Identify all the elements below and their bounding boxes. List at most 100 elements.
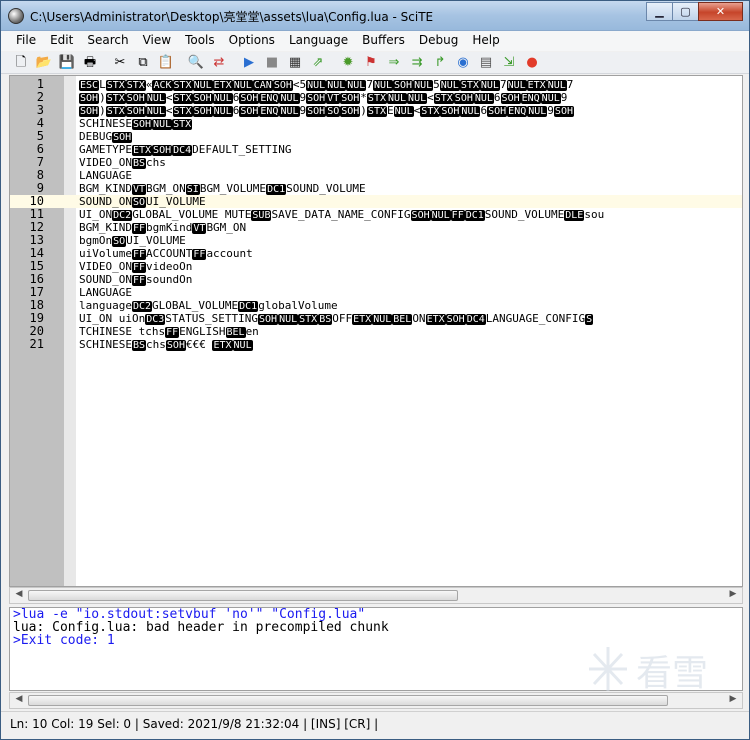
code-line[interactable]: 15 VIDEO_ONFFvideoOn (10, 260, 742, 273)
watch-icon[interactable]: ◉ (453, 54, 473, 72)
go-icon[interactable]: ⇗ (308, 54, 328, 72)
control-char-token: STX (172, 80, 193, 91)
text-token: ) (360, 104, 367, 117)
text-token: BGM_KIND (79, 182, 132, 195)
control-char-token: NUL (212, 93, 233, 104)
build-icon[interactable]: ▦ (285, 54, 305, 72)
replace-icon[interactable]: ⇄ (209, 54, 229, 72)
code-line[interactable]: 2 SOH)STX SOH NUL<STX SOH NUL6SOH ENQ NUL9SOH VT… (10, 91, 742, 104)
control-char-token: STX (459, 80, 480, 91)
text-token: UI_ON uiOn (79, 312, 146, 325)
run-to-icon[interactable]: ⇲ (499, 54, 519, 72)
control-char-token: SOH (340, 93, 361, 104)
control-char-token: DC1 (238, 301, 259, 312)
scroll-left-arrow-icon[interactable]: ◀ (12, 589, 26, 602)
code-line[interactable]: 20 TCHINESE tchsFFENGLISHBELen (10, 325, 742, 338)
compile-icon[interactable]: ▶ (239, 54, 259, 72)
text-token: SOUND_ON (79, 195, 132, 208)
control-char-token: NUL (152, 119, 173, 130)
code-line[interactable]: 12 BGM_KINDFFbgmKindVTBGM_ON (10, 221, 742, 234)
debug-stop-icon[interactable]: ⚑ (361, 54, 381, 72)
code-line[interactable]: 18 languageDC2GLOBAL_VOLUMEDC1globalVolum… (10, 299, 742, 312)
menu-view[interactable]: View (136, 31, 178, 51)
scite-app-icon[interactable] (8, 8, 24, 24)
new-file-icon[interactable]: 🗋 (11, 54, 31, 72)
text-token: STATUS_SETTING (165, 312, 259, 325)
open-file-icon[interactable]: 📂 (34, 54, 54, 72)
text-token: LANGUAGE_CONFIG (485, 312, 586, 325)
code-line[interactable]: 17 LANGUAGE (10, 286, 742, 300)
code-line[interactable]: 11 UI_ONDC2GLOBAL_VOLUME MUTESUBSAVE_DATA… (10, 208, 742, 221)
menu-edit[interactable]: Edit (43, 31, 80, 51)
breakpoint-icon[interactable]: ● (522, 54, 542, 72)
text-token: 9 (547, 104, 554, 117)
line-content: SOH)STX SOH NUL<STX SOH NUL6SOH ENQ NUL9SOH VT S… (79, 91, 567, 105)
control-char-token: FF (192, 249, 207, 260)
code-line[interactable]: 6 GAMETYPEETX SOH DC4DEFAULT_SETTING (10, 143, 742, 156)
paste-icon[interactable]: 📋 (156, 54, 176, 72)
line-content: bgmOnSOUI_VOLUME (79, 234, 186, 248)
find-icon[interactable]: 🔍 (186, 54, 206, 72)
control-char-token: NUL (232, 80, 253, 91)
output-scroll-left-arrow-icon[interactable]: ◀ (12, 694, 26, 707)
close-button[interactable]: ✕ (698, 2, 743, 21)
control-char-token: NUL (527, 106, 548, 117)
code-line[interactable]: 7 VIDEO_ONBSchs (10, 156, 742, 169)
menu-language[interactable]: Language (282, 31, 355, 51)
step-out-icon[interactable]: ↱ (430, 54, 450, 72)
menu-search[interactable]: Search (80, 31, 135, 51)
locals-icon[interactable]: ▤ (476, 54, 496, 72)
code-line[interactable]: 13 bgmOnSOUI_VOLUME (10, 234, 742, 247)
control-char-token: SOH (553, 106, 574, 117)
code-line[interactable]: 10 SOUND_ONSOUI_VOLUME (10, 195, 742, 208)
code-line[interactable]: 4 SCHINESESOH NUL STX (10, 117, 742, 130)
control-char-token: ETX (131, 145, 153, 156)
menu-options[interactable]: Options (222, 31, 282, 51)
minimize-button[interactable]: ▁ (646, 2, 673, 21)
editor-scroll-thumb[interactable] (28, 590, 458, 601)
code-line[interactable]: 5 DEBUGSOH (10, 130, 742, 143)
control-char-token: SOH (272, 80, 293, 91)
editor-horizontal-scrollbar[interactable]: ◀ ▶ (9, 587, 743, 604)
print-icon[interactable]: 🖶 (80, 54, 100, 72)
maximize-button[interactable]: ▢ (672, 2, 699, 21)
control-char-token: NUL (279, 93, 300, 104)
text-token: ON (412, 312, 426, 325)
cut-icon[interactable]: ✂ (110, 54, 130, 72)
code-line[interactable]: 14 uiVolumeFFACCOUNTFFaccount (10, 247, 742, 260)
menu-debug[interactable]: Debug (412, 31, 465, 51)
control-char-token: ETX (212, 80, 233, 91)
code-line[interactable]: 3 SOH)STX SOH NUL<STX SOH NUL6SOH ENQ NUL9SOH SO… (10, 104, 742, 117)
code-line[interactable]: 8 LANGUAGE (10, 169, 742, 183)
debug-icon[interactable]: ✹ (338, 54, 358, 72)
control-char-token: STX (420, 106, 441, 117)
menu-help[interactable]: Help (465, 31, 506, 51)
text-token: SOUND_VOLUME (484, 208, 565, 221)
control-char-token: NUL (407, 93, 428, 104)
control-char-token: SOH (445, 314, 466, 325)
menu-bar: File Edit Search View Tools Options Language Bu… (1, 31, 749, 51)
copy-icon[interactable]: ⧉ (133, 54, 153, 72)
scroll-right-arrow-icon[interactable]: ▶ (726, 589, 740, 602)
editor-pane[interactable]: 1 ESCLSTX STX«ACK STX NUL ETX NUL CAN SOH<5NUL NU… (9, 75, 743, 587)
menu-buffers[interactable]: Buffers (355, 31, 412, 51)
title-bar[interactable]: C:\Users\Administrator\Desktop\亮堂堂\asset… (1, 1, 749, 31)
step-over-icon[interactable]: ⇉ (407, 54, 427, 72)
code-line[interactable]: 16 SOUND_ONFFsoundOn (10, 273, 742, 286)
code-line[interactable]: 1 ESCLSTX STX«ACK STX NUL ETX NUL CAN SOH<5NUL NU… (10, 78, 742, 91)
step-icon[interactable]: ⇒ (384, 54, 404, 72)
menu-file[interactable]: File (9, 31, 43, 51)
code-line[interactable]: 19 UI_ON uiOnDC3STATUS_SETTINGSOH NUL STX BS… (10, 312, 742, 325)
save-icon[interactable]: 💾 (57, 54, 77, 72)
control-char-token: SO (131, 197, 147, 208)
text-token: 9 (560, 91, 568, 104)
menu-tools[interactable]: Tools (178, 31, 222, 51)
code-line[interactable]: 9 BGM_KINDVTBGM_ONSIBGM_VOLUMEDC1SOUND_VO… (10, 182, 742, 195)
control-char-token: DC1 (266, 184, 287, 195)
control-char-token: DC4 (172, 145, 193, 156)
stop-icon[interactable]: ■ (262, 54, 282, 72)
text-token: 6 (493, 91, 501, 104)
code-line[interactable]: 21 SCHINESEBSchsSOH€€€ ETX NUL (10, 338, 742, 351)
line-content: BGM_KINDVTBGM_ONSIBGM_VOLUMEDC1SOUND_VOL… (79, 182, 366, 196)
output-scroll-thumb[interactable] (28, 695, 668, 706)
